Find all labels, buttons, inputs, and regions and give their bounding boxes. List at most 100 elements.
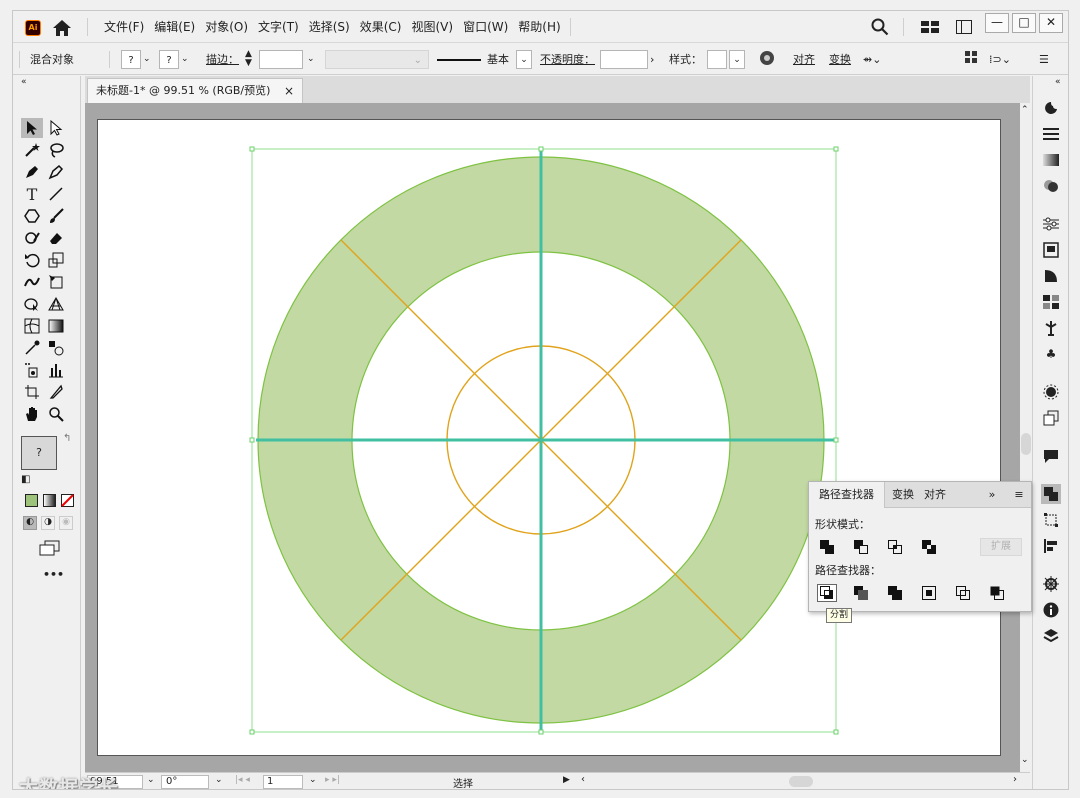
brush-stroke-preview[interactable] bbox=[437, 50, 485, 69]
fill-color-swatch[interactable]: ? bbox=[121, 50, 141, 69]
crop-icon[interactable] bbox=[919, 584, 939, 602]
close-button[interactable]: ✕ bbox=[1039, 13, 1063, 33]
shaper-tool-icon[interactable] bbox=[21, 228, 43, 248]
rotate-tool-icon[interactable] bbox=[21, 250, 43, 270]
direct-selection-tool-icon[interactable] bbox=[45, 118, 67, 138]
pen-tool-icon[interactable] bbox=[21, 162, 43, 182]
chevron-down-icon[interactable]: ⌄ bbox=[143, 50, 153, 69]
restore-button[interactable]: □ bbox=[1012, 13, 1036, 33]
vertical-scroll-thumb[interactable] bbox=[1021, 433, 1031, 455]
gradient-tool-icon[interactable] bbox=[45, 316, 67, 336]
scroll-down-icon[interactable]: ⌄ bbox=[1021, 755, 1029, 765]
menu-object[interactable]: 对象(O) bbox=[200, 11, 253, 43]
collapse-dock-icon[interactable]: « bbox=[1055, 77, 1061, 87]
swap-fill-stroke-icon[interactable]: ↰ bbox=[63, 433, 71, 444]
workspace-icon[interactable] bbox=[921, 20, 939, 34]
tab-align[interactable]: 对齐 bbox=[919, 482, 951, 508]
swatches-panel-icon[interactable] bbox=[1041, 292, 1061, 312]
artboards-panel-icon[interactable] bbox=[1041, 240, 1061, 260]
close-tab-icon[interactable]: × bbox=[284, 79, 294, 103]
outline-icon[interactable] bbox=[953, 584, 973, 602]
stroke-stepper[interactable]: ▲ ▼ bbox=[245, 50, 259, 69]
align-link[interactable]: 对齐 bbox=[793, 50, 815, 69]
collapse-panel-icon[interactable]: « bbox=[21, 77, 27, 87]
chevron-down-icon[interactable]: ⌄ bbox=[307, 50, 319, 69]
stroke-weight-field[interactable] bbox=[259, 50, 303, 69]
menu-select[interactable]: 选择(S) bbox=[304, 11, 355, 43]
navigator-wheel-icon[interactable] bbox=[1041, 574, 1061, 594]
expand-button[interactable]: 扩展 bbox=[980, 538, 1022, 556]
info-icon[interactable] bbox=[1041, 600, 1061, 620]
distribute-icon[interactable]: ⁞⊃⌄ bbox=[989, 50, 1019, 69]
lasso-tool-icon[interactable] bbox=[45, 140, 67, 160]
chevron-right-icon[interactable]: › bbox=[650, 50, 662, 69]
minimize-button[interactable]: — bbox=[985, 13, 1009, 33]
align-panel-icon[interactable] bbox=[1041, 536, 1061, 556]
zoom-dropdown-icon[interactable]: ⌄ bbox=[147, 775, 155, 785]
artwork[interactable] bbox=[98, 120, 1002, 757]
symbol-sprayer-tool-icon[interactable] bbox=[21, 360, 43, 380]
scroll-right-icon[interactable]: › bbox=[1013, 774, 1017, 785]
transform-link[interactable]: 变换 bbox=[829, 50, 851, 69]
club-symbol-icon[interactable]: ♣ bbox=[1041, 344, 1061, 364]
exclude-icon[interactable] bbox=[919, 538, 939, 556]
pathfinder-panel-icon[interactable] bbox=[1041, 484, 1061, 504]
free-transform-tool-icon[interactable] bbox=[45, 272, 67, 292]
tab-transform[interactable]: 变换 bbox=[887, 482, 919, 508]
symbols-panel-icon[interactable] bbox=[1041, 266, 1061, 286]
transform-panel-icon[interactable] bbox=[1041, 510, 1061, 530]
panel-menu-icon[interactable]: ☰ bbox=[1039, 50, 1053, 69]
panel-overflow-icon[interactable]: » bbox=[985, 482, 999, 508]
screen-mode-icon[interactable] bbox=[39, 540, 61, 556]
slice-tool-icon[interactable] bbox=[45, 382, 67, 402]
properties-sliders-icon[interactable] bbox=[1041, 214, 1061, 234]
menu-effect[interactable]: 效果(C) bbox=[355, 11, 407, 43]
last-artboard-icon[interactable]: ▸ ▸| bbox=[325, 775, 340, 785]
vertical-scrollbar[interactable]: ⌃ ⌄ bbox=[1020, 103, 1032, 772]
artboard-number-field[interactable]: 1 bbox=[263, 775, 303, 789]
eraser-tool-icon[interactable] bbox=[45, 228, 67, 248]
stroke-panel-icon[interactable] bbox=[1041, 124, 1061, 144]
hand-tool-icon[interactable] bbox=[21, 404, 43, 424]
stroke-panel-link[interactable]: 描边： bbox=[206, 50, 239, 69]
unite-icon[interactable] bbox=[817, 538, 837, 556]
arrange-icon[interactable] bbox=[965, 50, 979, 69]
curvature-tool-icon[interactable] bbox=[45, 162, 67, 182]
default-colors-icon[interactable]: ◧ bbox=[21, 474, 30, 485]
scroll-left-icon[interactable]: ‹ bbox=[581, 774, 585, 785]
layers-icon[interactable] bbox=[1041, 626, 1061, 646]
brush-dropdown[interactable]: ⌄ bbox=[516, 50, 532, 69]
panel-menu-icon[interactable]: ≡ bbox=[1011, 482, 1027, 508]
arrange-documents-icon[interactable] bbox=[956, 20, 972, 34]
draw-inside-icon[interactable]: ◉ bbox=[59, 516, 73, 530]
appearance-sun-icon[interactable] bbox=[1041, 382, 1061, 402]
minus-front-icon[interactable] bbox=[851, 538, 871, 556]
gradient-mode-icon[interactable] bbox=[43, 494, 56, 507]
status-menu-icon[interactable]: ▶ bbox=[563, 775, 570, 785]
artboard-dropdown-icon[interactable]: ⌄ bbox=[309, 775, 317, 785]
recolor-artwork-icon[interactable] bbox=[759, 50, 775, 69]
opacity-link[interactable]: 不透明度： bbox=[540, 50, 595, 69]
graphic-styles-icon[interactable] bbox=[1041, 408, 1061, 428]
transparency-panel-icon[interactable] bbox=[1041, 176, 1061, 196]
color-mode-icon[interactable] bbox=[25, 494, 38, 507]
puppet-warp-icon[interactable] bbox=[1041, 318, 1061, 338]
tab-pathfinder[interactable]: 路径查找器 bbox=[809, 482, 885, 508]
first-artboard-icon[interactable]: |◂ ◂ bbox=[235, 775, 250, 785]
menu-edit[interactable]: 编辑(E) bbox=[149, 11, 200, 43]
magic-wand-tool-icon[interactable] bbox=[21, 140, 43, 160]
graphic-style-swatch[interactable] bbox=[707, 50, 727, 69]
artboard[interactable] bbox=[97, 119, 1001, 756]
selection-tool-icon[interactable] bbox=[21, 118, 43, 138]
document-tab[interactable]: 未标题-1* @ 99.51 % (RGB/预览) × bbox=[87, 78, 303, 103]
mesh-tool-icon[interactable] bbox=[21, 316, 43, 336]
menu-type[interactable]: 文字(T) bbox=[253, 11, 304, 43]
edit-toolbar-button[interactable]: ••• bbox=[43, 568, 64, 581]
column-graph-tool-icon[interactable] bbox=[45, 360, 67, 380]
divide-icon[interactable] bbox=[817, 584, 837, 602]
blend-tool-icon[interactable] bbox=[45, 338, 67, 358]
line-segment-tool-icon[interactable] bbox=[45, 184, 67, 204]
style-dropdown[interactable]: ⌄ bbox=[729, 50, 745, 69]
canvas-area[interactable] bbox=[85, 103, 1020, 772]
gradient-panel-icon[interactable] bbox=[1041, 150, 1061, 170]
